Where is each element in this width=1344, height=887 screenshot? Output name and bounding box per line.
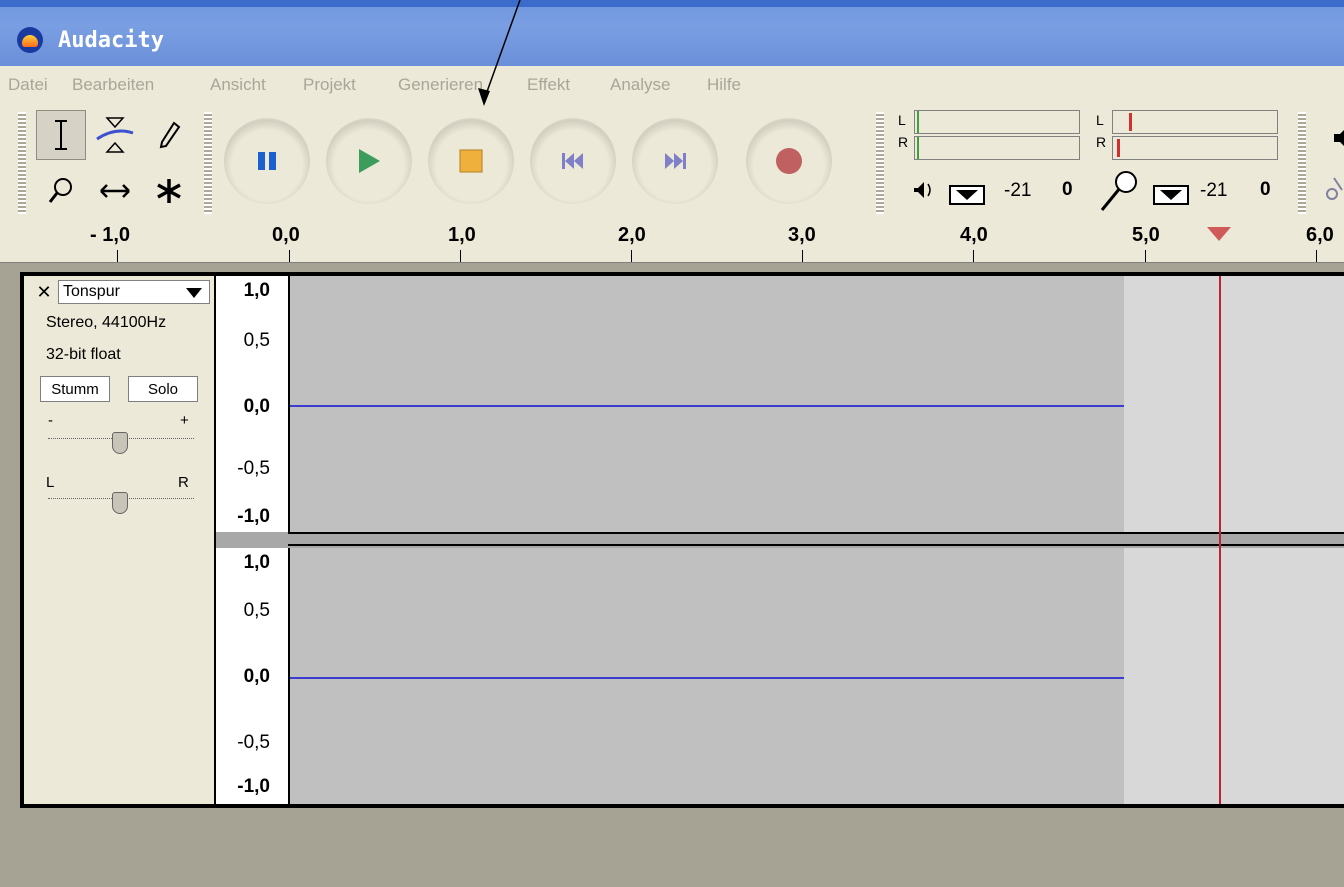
skip-end-icon	[632, 118, 718, 204]
skip-start-icon	[530, 118, 616, 204]
cut-icon[interactable]	[1322, 174, 1344, 204]
window-title: Audacity	[58, 28, 164, 53]
vruler-label: -1,0	[237, 776, 270, 797]
speaker-icon	[1334, 130, 1344, 146]
zoom-tool-icon[interactable]	[36, 166, 86, 216]
toolbar: L R -21 0 L R -21 0	[0, 104, 1344, 223]
record-button[interactable]	[746, 118, 832, 204]
title-bar: Audacity	[0, 0, 1344, 66]
track-name: Tonspur	[63, 283, 120, 300]
timeline-ruler[interactable]: - 1,0 0,0 1,0 2,0 3,0 4,0 5,0 6,0	[0, 222, 1344, 263]
track-format: 32-bit float	[46, 346, 121, 363]
empty-region-left[interactable]	[1124, 276, 1344, 532]
toolbar-grip-3[interactable]	[876, 112, 884, 214]
output-meter-left-bar	[914, 110, 1080, 134]
output-meter-left-label: L	[898, 112, 906, 128]
pause-icon	[224, 118, 310, 204]
ruler-label: 0,0	[272, 224, 300, 246]
multi-tool-icon[interactable]	[144, 166, 194, 216]
track-sample-rate: Stereo, 44100Hz	[46, 314, 167, 331]
ruler-label: - 1,0	[90, 224, 131, 246]
ruler-label: 1,0	[448, 224, 476, 246]
record-icon	[746, 118, 832, 204]
ruler-label: 4,0	[960, 224, 988, 246]
audacity-logo-icon	[17, 27, 43, 53]
skip-to-start-button[interactable]	[530, 118, 616, 204]
output-meter-scale-high: 0	[1062, 179, 1073, 200]
pan-slider[interactable]	[112, 492, 128, 514]
menu-hilfe[interactable]: Hilfe	[707, 75, 741, 95]
ruler-label: 3,0	[788, 224, 816, 246]
dropdown-arrow-icon	[186, 288, 202, 298]
toolbar-grip-2[interactable]	[204, 112, 212, 214]
empty-region-right[interactable]	[1124, 548, 1344, 804]
input-meter-right-label: R	[1096, 134, 1107, 150]
menu-datei[interactable]: Datei	[8, 75, 48, 95]
toolbar-grip-4[interactable]	[1298, 112, 1306, 214]
gain-slider[interactable]	[112, 432, 128, 454]
vertical-ruler-right-channel: 1,0 0,5 0,0 -0,5 -1,0	[216, 548, 288, 804]
mute-button[interactable]: Stumm	[40, 376, 110, 402]
ruler-label: 6,0	[1306, 224, 1334, 246]
waveform-line-right	[290, 677, 1124, 679]
vruler-label: 0,5	[243, 600, 270, 621]
waveform-left-channel[interactable]	[290, 276, 1124, 532]
input-meter-right-bar	[1112, 136, 1278, 160]
play-icon	[326, 118, 412, 204]
vruler-label: 0,0	[243, 666, 270, 687]
gain-plus-label: +	[180, 412, 189, 429]
stop-button[interactable]	[428, 118, 514, 204]
menu-analyse[interactable]: Analyse	[610, 75, 670, 95]
ruler-label: 2,0	[618, 224, 646, 246]
pan-right-label: R	[178, 474, 189, 491]
input-meter-scale-high: 0	[1260, 179, 1271, 200]
vruler-label: -1,0	[237, 506, 270, 527]
stop-icon	[428, 118, 514, 204]
toolbar-grip[interactable]	[18, 112, 26, 214]
solo-button[interactable]: Solo	[128, 376, 198, 402]
microphone-icon	[1100, 171, 1189, 211]
vruler-label: -0,5	[237, 458, 270, 479]
playback-position-marker-icon[interactable]	[1206, 226, 1232, 242]
ruler-label: 5,0	[1132, 224, 1160, 246]
selection-tool-icon[interactable]	[36, 110, 86, 160]
track-control-panel: ✕ Tonspur Stereo, 44100Hz 32-bit float S…	[24, 276, 214, 804]
pause-button[interactable]	[224, 118, 310, 204]
gain-minus-label: -	[48, 412, 53, 429]
menu-projekt[interactable]: Projekt	[303, 75, 356, 95]
envelope-tool-icon[interactable]	[90, 110, 140, 160]
menu-ansicht[interactable]: Ansicht	[210, 75, 266, 95]
input-meter-scale-low: -21	[1200, 180, 1228, 201]
close-track-icon[interactable]: ✕	[30, 280, 58, 304]
menu-bar: Datei Bearbeiten Ansicht Projekt Generie…	[0, 66, 1344, 105]
menu-bearbeiten[interactable]: Bearbeiten	[72, 75, 154, 95]
pan-left-label: L	[46, 474, 55, 491]
output-meter-scale-low: -21	[1004, 180, 1032, 201]
output-meter-right-label: R	[898, 134, 909, 150]
timeshift-tool-icon[interactable]	[90, 166, 140, 216]
skip-to-end-button[interactable]	[632, 118, 718, 204]
track-name-dropdown[interactable]: Tonspur	[58, 280, 210, 304]
vruler-label: 0,5	[243, 330, 270, 351]
output-meter-controls	[914, 182, 985, 205]
input-meter-left-bar	[1112, 110, 1278, 134]
playhead-cursor	[1219, 276, 1221, 804]
vruler-label: -0,5	[237, 732, 270, 753]
menu-effekt[interactable]: Effekt	[527, 75, 570, 95]
waveform-line-left	[290, 405, 1124, 407]
vruler-label: 1,0	[243, 552, 270, 573]
waveform-right-channel[interactable]	[290, 548, 1124, 804]
output-meter-right-bar	[914, 136, 1080, 160]
vruler-label: 0,0	[243, 396, 270, 417]
draw-tool-icon[interactable]	[144, 110, 194, 160]
input-meter-left-label: L	[1096, 112, 1104, 128]
vruler-label: 1,0	[243, 280, 270, 301]
vertical-ruler-left-channel: 1,0 0,5 0,0 -0,5 -1,0	[216, 276, 288, 532]
menu-generieren[interactable]: Generieren	[398, 75, 483, 95]
play-button[interactable]	[326, 118, 412, 204]
